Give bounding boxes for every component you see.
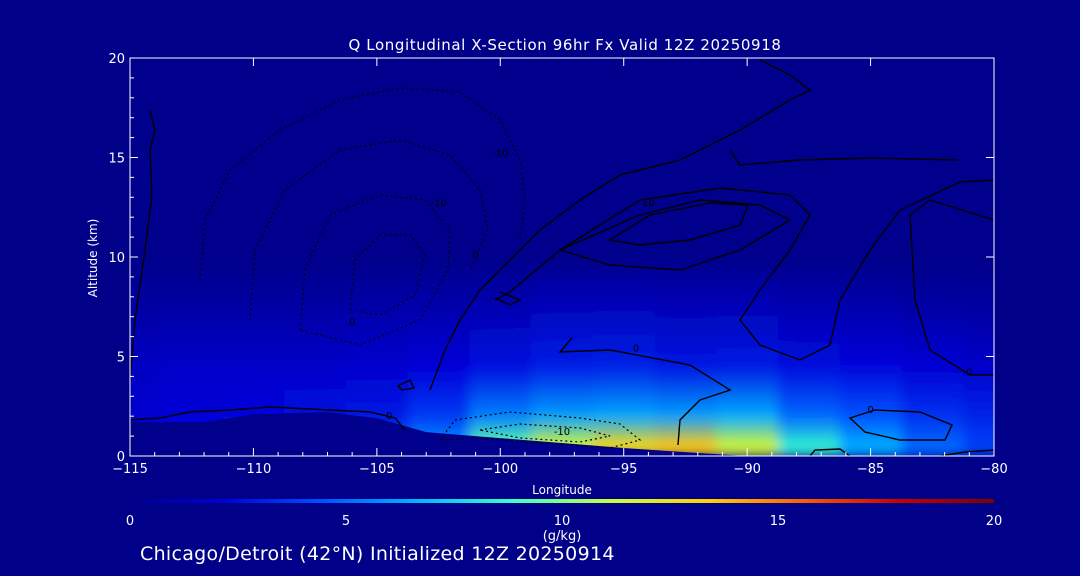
contour-label: 0 — [386, 411, 392, 422]
x-tick-label: −90 — [733, 462, 760, 477]
moisture-column — [469, 257, 533, 456]
x-tick-label: −80 — [980, 462, 1007, 477]
contour-label: -10 — [554, 427, 570, 438]
contour-label: 0 — [966, 367, 972, 378]
contour-label: -10 — [430, 198, 446, 209]
contour-label: 0 — [349, 318, 355, 329]
moisture-column — [407, 257, 471, 456]
colorbar-ticks: 0 5 10 15 20 — [126, 514, 1002, 529]
moisture-column — [654, 257, 718, 456]
y-tick-label: 20 — [108, 52, 125, 67]
moisture-column — [716, 257, 779, 456]
y-tick-label: 10 — [108, 251, 125, 266]
figure: Q Longitudinal X-Section 96hr Fx Valid 1… — [0, 0, 1080, 576]
x-axis-label: Longitude — [532, 483, 592, 497]
y-axis-label: Altitude (km) — [86, 219, 100, 298]
footer-caption: Chicago/Detroit (42°N) Initialized 12Z 2… — [140, 543, 615, 565]
x-tick-label: −95 — [610, 462, 637, 477]
colorbar-tick-label: 5 — [342, 514, 350, 529]
moisture-column — [839, 257, 903, 456]
x-tick-label: −85 — [857, 462, 884, 477]
colorbar-tick-label: 10 — [554, 514, 571, 529]
contour-label: 0 — [472, 250, 478, 261]
colorbar — [130, 499, 994, 503]
y-tick-label: 5 — [117, 351, 125, 366]
contour-label: 0 — [867, 405, 873, 416]
x-tick-label: −105 — [359, 462, 395, 477]
contour-label: 10 — [642, 198, 655, 209]
plot-area: 0 0 0 0 0 0 10 -10 -10 -10 — [130, 58, 994, 456]
x-tick-label: −100 — [482, 462, 518, 477]
moisture-column — [778, 257, 841, 456]
contour-label: -10 — [492, 149, 508, 160]
colorbar-tick-label: 15 — [770, 514, 787, 529]
y-tick-label: 0 — [117, 450, 125, 465]
contour-label: 0 — [633, 344, 639, 355]
x-tick-label: −110 — [236, 462, 272, 477]
chart-title: Q Longitudinal X-Section 96hr Fx Valid 1… — [349, 36, 782, 54]
moisture-column — [901, 257, 965, 456]
y-tick-label: 15 — [108, 152, 125, 167]
chart-svg: Q Longitudinal X-Section 96hr Fx Valid 1… — [86, 36, 1008, 544]
colorbar-tick-label: 0 — [126, 514, 134, 529]
colorbar-unit-label: (g/kg) — [543, 529, 582, 544]
colorbar-tick-label: 20 — [986, 514, 1003, 529]
